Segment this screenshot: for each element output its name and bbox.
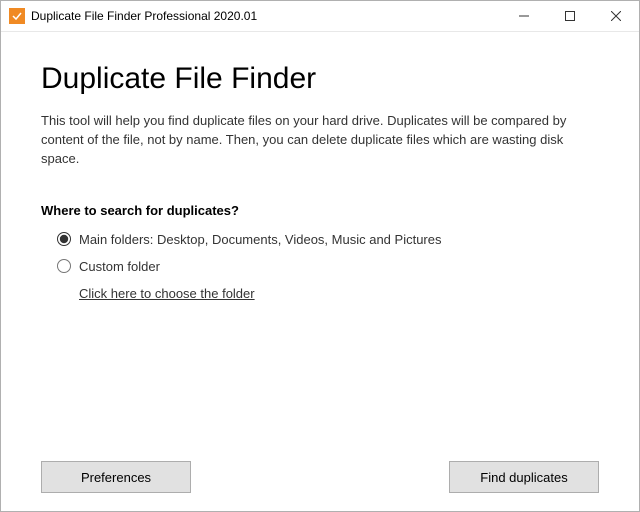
titlebar: Duplicate File Finder Professional 2020.… (1, 1, 639, 32)
page-title: Duplicate File Finder (41, 62, 599, 96)
radio-main-folders-input[interactable] (57, 232, 71, 246)
window-title: Duplicate File Finder Professional 2020.… (31, 9, 501, 23)
choose-folder-link[interactable]: Click here to choose the folder (79, 286, 255, 301)
footer: Preferences Find duplicates (41, 461, 599, 493)
maximize-button[interactable] (547, 1, 593, 31)
radio-main-folders-label: Main folders: Desktop, Documents, Videos… (79, 232, 441, 247)
app-window: Duplicate File Finder Professional 2020.… (0, 0, 640, 512)
minimize-button[interactable] (501, 1, 547, 31)
radio-main-folders[interactable]: Main folders: Desktop, Documents, Videos… (57, 232, 599, 247)
app-icon (9, 8, 25, 24)
choose-folder-row: Click here to choose the folder (57, 286, 599, 301)
radio-custom-folder[interactable]: Custom folder (57, 259, 599, 274)
section-label: Where to search for duplicates? (41, 203, 599, 218)
window-controls (501, 1, 639, 31)
close-button[interactable] (593, 1, 639, 31)
preferences-button[interactable]: Preferences (41, 461, 191, 493)
find-duplicates-button[interactable]: Find duplicates (449, 461, 599, 493)
content-area: Duplicate File Finder This tool will hel… (1, 32, 639, 511)
search-location-group: Main folders: Desktop, Documents, Videos… (41, 232, 599, 301)
description-text: This tool will help you find duplicate f… (41, 112, 599, 169)
radio-custom-folder-label: Custom folder (79, 259, 160, 274)
radio-custom-folder-input[interactable] (57, 259, 71, 273)
